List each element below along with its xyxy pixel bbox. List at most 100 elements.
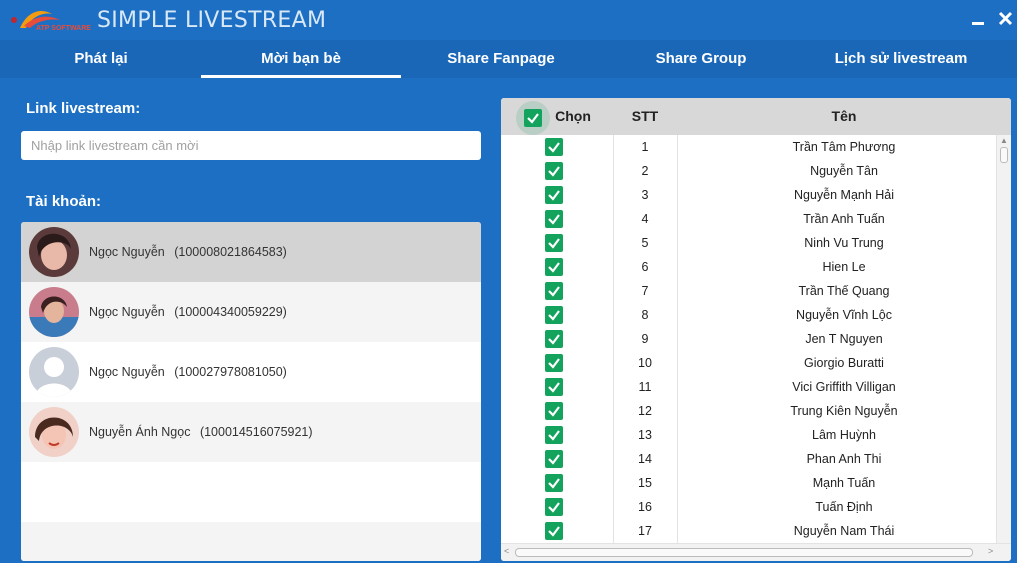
- account-id: (100004340059229): [174, 305, 287, 319]
- row-name: Mạnh Tuấn: [812, 476, 876, 490]
- row-checkbox[interactable]: [545, 522, 563, 540]
- row-checkbox[interactable]: [545, 474, 563, 492]
- account-name: Nguyễn Ánh Ngọc: [89, 425, 191, 439]
- check-icon: [524, 109, 542, 127]
- row-checkbox[interactable]: [545, 354, 563, 372]
- row-stt: 17: [638, 524, 652, 538]
- row-stt: 15: [638, 476, 652, 490]
- row-checkbox[interactable]: [545, 210, 563, 228]
- row-stt: 5: [641, 236, 649, 250]
- minimize-icon[interactable]: [968, 8, 990, 30]
- row-stt: 16: [638, 500, 652, 514]
- friends-table: Chọn STT Tên 1 Trần Tâm Phương 2 Nguyễn Tân…: [501, 98, 1011, 561]
- account-list[interactable]: Ngọc Nguyễn (100008021864583) Ngọc Nguyễ…: [21, 222, 481, 561]
- row-checkbox[interactable]: [545, 234, 563, 252]
- row-name: Nguyễn Tân: [810, 164, 878, 178]
- tab-share-group[interactable]: Share Group: [601, 40, 801, 78]
- table-row[interactable]: 3 Nguyễn Mạnh Hải: [501, 183, 996, 207]
- table-row[interactable]: 4 Trần Anh Tuấn: [501, 207, 996, 231]
- account-item[interactable]: Ngọc Nguyễn (100008021864583): [21, 222, 481, 282]
- account-id: (100008021864583): [174, 245, 287, 259]
- row-checkbox[interactable]: [545, 402, 563, 420]
- row-stt: 3: [641, 188, 649, 202]
- row-checkbox[interactable]: [545, 330, 563, 348]
- scroll-thumb[interactable]: [1000, 147, 1008, 163]
- close-icon[interactable]: [995, 8, 1017, 30]
- accounts-label: Tài khoản:: [26, 193, 102, 210]
- table-row[interactable]: 15 Mạnh Tuấn: [501, 471, 996, 495]
- row-checkbox[interactable]: [545, 162, 563, 180]
- table-row[interactable]: 12 Trung Kiên Nguyễn: [501, 399, 996, 423]
- select-all-checkbox[interactable]: [516, 101, 550, 135]
- row-name: Nguyễn Vĩnh Lộc: [796, 308, 892, 322]
- row-stt: 10: [638, 356, 652, 370]
- table-row[interactable]: 17 Nguyễn Nam Thái: [501, 519, 996, 543]
- table-row[interactable]: 11 Vici Griffith Villigan: [501, 375, 996, 399]
- row-name: Ninh Vu Trung: [804, 236, 884, 250]
- row-stt: 12: [638, 404, 652, 418]
- row-checkbox[interactable]: [545, 378, 563, 396]
- table-body: 1 Trần Tâm Phương 2 Nguyễn Tân 3 Nguyễn Mạnh …: [501, 135, 996, 543]
- header-choose[interactable]: Chọn: [549, 98, 597, 135]
- row-stt: 11: [638, 380, 652, 394]
- row-checkbox[interactable]: [545, 426, 563, 444]
- logo-text: ATP SOFTWARE: [36, 25, 91, 32]
- row-checkbox[interactable]: [545, 138, 563, 156]
- row-stt: 9: [641, 332, 649, 346]
- avatar: [29, 347, 79, 397]
- tab-share-fanpage[interactable]: Share Fanpage: [401, 40, 601, 78]
- table-row[interactable]: 16 Tuấn Định: [501, 495, 996, 519]
- table-row[interactable]: 7 Trần Thế Quang: [501, 279, 996, 303]
- tab-moi-ban-be[interactable]: Mời bạn bè: [201, 40, 401, 78]
- row-name: Phan Anh Thi: [806, 452, 882, 466]
- app-logo: ATP SOFTWARE: [8, 6, 92, 34]
- row-checkbox[interactable]: [545, 450, 563, 468]
- row-checkbox[interactable]: [545, 498, 563, 516]
- table-row[interactable]: 2 Nguyễn Tân: [501, 159, 996, 183]
- account-item[interactable]: Ngọc Nguyễn (100004340059229): [21, 282, 481, 342]
- row-name: Vici Griffith Villigan: [792, 380, 896, 394]
- row-checkbox[interactable]: [545, 282, 563, 300]
- table-row[interactable]: 9 Jen T Nguyen: [501, 327, 996, 351]
- row-checkbox[interactable]: [545, 306, 563, 324]
- row-name: Giorgio Buratti: [804, 356, 884, 370]
- scroll-right-icon[interactable]: >: [988, 546, 993, 556]
- header-stt[interactable]: STT: [613, 98, 677, 135]
- list-empty-row: [21, 462, 481, 522]
- avatar: [29, 227, 79, 277]
- account-name: Ngọc Nguyễn: [89, 365, 165, 379]
- avatar: [29, 287, 79, 337]
- row-stt: 14: [638, 452, 652, 466]
- scroll-left-icon[interactable]: <: [504, 546, 509, 556]
- account-item[interactable]: Nguyễn Ánh Ngọc (100014516075921): [21, 402, 481, 462]
- link-livestream-label: Link livestream:: [26, 100, 141, 117]
- row-name: Trần Anh Tuấn: [803, 212, 885, 226]
- scroll-thumb[interactable]: [515, 548, 973, 557]
- table-row[interactable]: 13 Lâm Huỳnh: [501, 423, 996, 447]
- row-checkbox[interactable]: [545, 186, 563, 204]
- table-row[interactable]: 1 Trần Tâm Phương: [501, 135, 996, 159]
- row-name: Jen T Nguyen: [805, 332, 883, 346]
- table-row[interactable]: 10 Giorgio Buratti: [501, 351, 996, 375]
- app-title: SIMPLE LIVESTREAM: [97, 8, 327, 33]
- row-name: Hien Le: [822, 260, 866, 274]
- link-livestream-input[interactable]: [21, 131, 481, 160]
- row-name: Trần Thế Quang: [798, 284, 890, 298]
- table-row[interactable]: 8 Nguyễn Vĩnh Lộc: [501, 303, 996, 327]
- row-name: Nguyễn Nam Thái: [793, 524, 895, 538]
- vertical-scrollbar[interactable]: ▲: [996, 135, 1011, 543]
- account-item[interactable]: Ngọc Nguyễn (100027978081050): [21, 342, 481, 402]
- row-stt: 13: [638, 428, 652, 442]
- table-row[interactable]: 6 Hien Le: [501, 255, 996, 279]
- account-name: Ngọc Nguyễn: [89, 305, 165, 319]
- tab-phat-lai[interactable]: Phát lại: [1, 40, 201, 78]
- scroll-up-icon[interactable]: ▲: [1000, 136, 1008, 145]
- row-name: Trần Tâm Phương: [792, 140, 896, 154]
- horizontal-scrollbar[interactable]: < >: [501, 543, 1011, 561]
- row-name: Lâm Huỳnh: [812, 428, 876, 442]
- row-checkbox[interactable]: [545, 258, 563, 276]
- table-row[interactable]: 5 Ninh Vu Trung: [501, 231, 996, 255]
- table-row[interactable]: 14 Phan Anh Thi: [501, 447, 996, 471]
- tab-lich-su-livestream[interactable]: Lịch sử livestream: [801, 40, 1001, 78]
- header-name[interactable]: Tên: [677, 98, 1011, 135]
